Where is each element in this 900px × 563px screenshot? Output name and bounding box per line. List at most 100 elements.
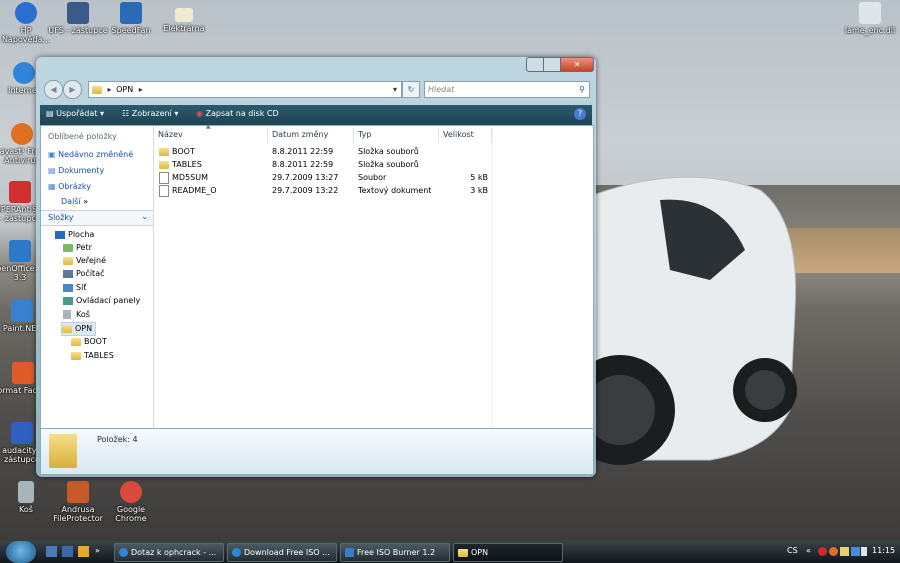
elektrarna-icon — [175, 8, 193, 22]
column-header-size[interactable]: Velikost — [439, 128, 492, 143]
tray-chevron-icon[interactable]: « — [806, 546, 811, 555]
dll-file-icon — [859, 2, 881, 24]
openoffice-icon — [9, 240, 31, 262]
search-input[interactable]: Hledat ⚲ — [424, 81, 590, 98]
tree-item-public[interactable]: Veřejné — [63, 255, 106, 267]
tray-opera-icon[interactable] — [818, 547, 827, 556]
address-bar[interactable]: ▸ OPN ▸ ▾ — [88, 81, 402, 98]
desktop-icon-lame-enc[interactable]: lame_enc.dll — [840, 2, 900, 35]
desktop-icon-ufs[interactable]: UFS - zástupce — [48, 2, 108, 35]
collapse-chevron-icon: ⌄ — [141, 212, 148, 221]
tree-item-opn[interactable]: OPN — [61, 322, 97, 336]
start-button[interactable] — [6, 541, 36, 563]
back-button[interactable]: ◀ — [44, 80, 63, 99]
tray-volume-icon[interactable] — [861, 547, 867, 556]
help-icon[interactable]: ? — [574, 108, 586, 120]
burn-cd-button[interactable]: ◉ Zapsat na disk CD — [196, 109, 279, 118]
format-factory-icon — [12, 362, 34, 384]
breadcrumb[interactable]: OPN — [116, 85, 133, 94]
organize-button[interactable]: ▤ Uspořádat ▾ — [46, 109, 104, 118]
google-chrome-icon — [120, 481, 142, 503]
recycle-bin-icon — [18, 481, 34, 503]
favorites-title: Oblíbené položky — [48, 132, 117, 141]
taskbar-button-active[interactable]: OPN — [453, 543, 563, 562]
recycle-bin-icon — [63, 310, 71, 319]
tree-item-control-panel[interactable]: Ovládací panely — [63, 295, 140, 307]
nav-link-pictures[interactable]: ▦ Obrázky — [48, 182, 91, 191]
wallpaper-car — [565, 176, 797, 465]
desktop-icon-google-chrome[interactable]: Google Chrome — [101, 481, 161, 523]
quick-launch-more-icon[interactable]: » — [95, 546, 100, 555]
taskbar-button[interactable]: Free ISO Burner 1.2 — [340, 543, 450, 562]
nav-link-recent[interactable]: ▣ Nedávno změněné — [48, 150, 133, 159]
search-icon[interactable]: ⚲ — [579, 82, 585, 97]
taskbar-button[interactable]: Download Free ISO ... — [227, 543, 337, 562]
tree-item-desktop[interactable]: Plocha — [55, 229, 94, 241]
tree-item-network[interactable]: Síť — [63, 282, 86, 294]
item-count: Položek: 4 — [97, 435, 138, 444]
tray-speedfan-icon[interactable] — [840, 547, 849, 556]
folder-icon — [159, 147, 169, 156]
documents-icon: ▤ — [48, 166, 56, 175]
desktop-icon-speedfan[interactable]: SpeedFan — [101, 2, 161, 35]
nav-link-more[interactable]: Další » — [61, 197, 88, 206]
organize-icon: ▤ — [46, 109, 54, 118]
file-row[interactable]: MD5SUM 29.7.2009 13:27 Soubor 5 kB — [154, 171, 593, 184]
toolbar: ▤ Uspořádat ▾ ☷ Zobrazení ▾ ◉ Zapsat na … — [40, 105, 592, 125]
folder-icon — [71, 351, 81, 360]
desktop-icon — [55, 230, 65, 239]
pictures-icon: ▦ — [48, 182, 56, 191]
breadcrumb-chevron-icon: ▸ — [138, 85, 143, 94]
paint-net-icon — [11, 300, 33, 322]
tree-item-computer[interactable]: Počítač — [63, 268, 105, 280]
network-icon — [63, 283, 73, 292]
file-icon — [159, 171, 169, 184]
tray-avast-icon[interactable] — [829, 547, 838, 556]
views-icon: ☷ — [122, 109, 130, 118]
tray-network-icon[interactable] — [851, 547, 860, 556]
ufs-icon — [67, 2, 89, 24]
explorer-window: ✕ ◀ ▶ ▸ OPN ▸ ▾ ↻ Hledat ⚲ ▤ Uspořádat ▾… — [36, 57, 596, 477]
quick-launch-switch-icon[interactable] — [62, 546, 73, 557]
computer-icon — [63, 269, 73, 278]
quick-launch-desktop-icon[interactable] — [46, 546, 57, 557]
control-panel-icon — [63, 296, 73, 305]
tree-item-user[interactable]: Petr — [63, 242, 92, 254]
maximize-button[interactable] — [543, 57, 561, 72]
refresh-button[interactable]: ↻ — [402, 81, 420, 98]
large-folder-icon — [49, 434, 77, 468]
taskbar-button[interactable]: Dotaz k ophcrack - ... — [114, 543, 224, 562]
superantispyware-icon — [9, 181, 31, 203]
quick-launch-media-icon[interactable] — [78, 546, 89, 557]
desktop-icon-elektrarna[interactable]: Elektrárna — [154, 8, 214, 33]
tree-item-boot[interactable]: BOOT — [71, 336, 107, 348]
minimize-button[interactable] — [526, 57, 544, 72]
column-header-name[interactable]: Název — [154, 128, 268, 143]
clock[interactable]: 11:15 — [872, 546, 895, 555]
file-row[interactable]: README_O 29.7.2009 13:22 Textový dokumen… — [154, 184, 593, 197]
file-row[interactable]: BOOT 8.8.2011 22:59 Složka souborů — [154, 145, 593, 158]
nav-link-documents[interactable]: ▤ Dokumenty — [48, 166, 104, 175]
details-pane: Položek: 4 — [40, 428, 594, 475]
address-dropdown-icon[interactable]: ▾ — [393, 82, 397, 97]
views-button[interactable]: ☷ Zobrazení ▾ — [122, 109, 178, 118]
desktop-icon-fileprotector[interactable]: Andrusa FileProtector — [48, 481, 108, 523]
speedfan-icon — [120, 2, 142, 24]
user-folder-icon — [63, 243, 73, 252]
file-row[interactable]: TABLES 8.8.2011 22:59 Složka souborů — [154, 158, 593, 171]
column-header-date[interactable]: Datum změny — [268, 128, 354, 143]
tree-item-tables[interactable]: TABLES — [71, 350, 114, 362]
column-header-type[interactable]: Typ — [354, 128, 439, 143]
hp-help-icon — [15, 2, 37, 24]
folder-icon — [458, 548, 468, 557]
audacity-icon — [11, 422, 33, 444]
folders-header[interactable]: Složky ⌄ — [41, 210, 153, 226]
file-list: ▲ Název Datum změny Typ Velikost BOOT 8.… — [154, 123, 593, 428]
close-button[interactable]: ✕ — [560, 57, 594, 72]
disc-icon: ◉ — [196, 109, 203, 118]
forward-button[interactable]: ▶ — [63, 80, 82, 99]
language-indicator[interactable]: CS — [787, 546, 798, 555]
more-chevron-icon: » — [83, 197, 89, 206]
folder-icon — [159, 160, 169, 169]
tree-item-recycle-bin[interactable]: Koš — [63, 309, 90, 321]
